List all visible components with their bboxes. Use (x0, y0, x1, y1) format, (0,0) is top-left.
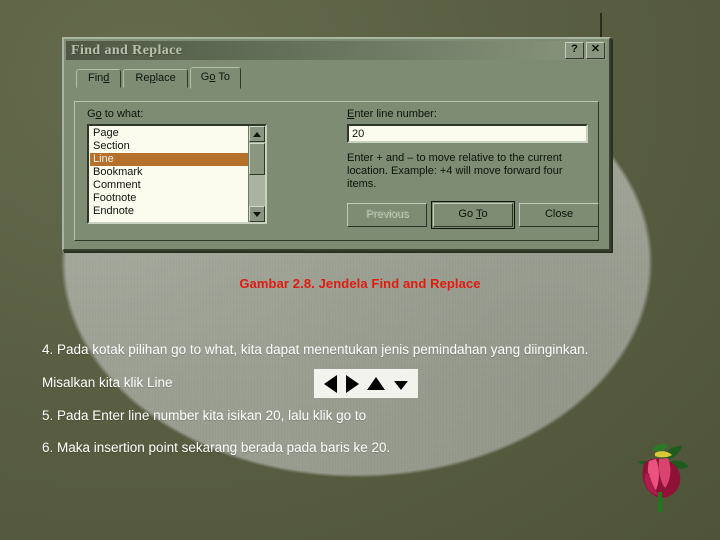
navigation-arrows-widget[interactable] (314, 369, 418, 398)
arrow-left-icon[interactable] (324, 374, 338, 393)
arrow-right-icon[interactable] (345, 374, 359, 393)
tab-replace-label: Replace (135, 72, 176, 84)
flower-leaf-top (652, 443, 668, 452)
close-button-footer[interactable]: Close (519, 203, 599, 227)
screenshot-canvas: Find and Replace ? ✕ Find Replace Go To … (0, 0, 720, 540)
list-item[interactable]: Page (90, 127, 248, 140)
list-item[interactable]: Bookmark (90, 166, 248, 179)
tab-find[interactable]: Find (76, 69, 122, 88)
paragraph-4: 4. Pada kotak pilihan go to what, kita d… (42, 342, 589, 357)
list-item[interactable]: Section (90, 140, 248, 153)
triangle-down-icon (253, 211, 261, 217)
find-and-replace-dialog: Find and Replace ? ✕ Find Replace Go To … (62, 37, 611, 251)
enter-line-number-input[interactable]: 20 (347, 124, 588, 143)
paper-edge-left (14, 13, 24, 512)
go-to-button[interactable]: Go To (431, 201, 515, 229)
go-to-what-listbox[interactable]: Page Section Line Bookmark Comment Footn… (87, 124, 267, 224)
list-item-selected[interactable]: Line (90, 153, 248, 166)
go-to-what-options: Page Section Line Bookmark Comment Footn… (89, 126, 248, 222)
list-item[interactable]: Comment (90, 179, 248, 192)
figure-caption: Gambar 2.8. Jendela Find and Replace (239, 276, 481, 291)
arrow-up-icon[interactable] (367, 377, 386, 390)
flower-stem (658, 492, 662, 512)
help-button[interactable]: ? (565, 42, 584, 59)
go-to-what-label: Go to what: (87, 108, 144, 120)
paragraph-misalkan: Misalkan kita klik Line (42, 375, 173, 390)
previous-button[interactable]: Previous (347, 203, 427, 227)
tab-go-to[interactable]: Go To (189, 67, 241, 89)
paragraph-5: 5. Pada Enter line number kita isikan 20… (42, 408, 367, 423)
scroll-up-button[interactable] (249, 126, 265, 142)
enter-line-number-label: Enter line number: (347, 108, 437, 120)
listbox-scrollbar[interactable] (248, 126, 265, 222)
list-item[interactable]: Endnote (90, 205, 248, 218)
triangle-up-icon (253, 131, 261, 137)
tab-find-label: Find (88, 72, 110, 84)
close-button[interactable]: ✕ (586, 42, 605, 59)
arrow-down-icon[interactable] (393, 381, 408, 390)
tab-replace[interactable]: Replace (123, 69, 188, 88)
list-item[interactable]: Footnote (90, 192, 248, 205)
flower-illustration (638, 443, 689, 512)
tab-go-to-label: Go To (200, 71, 230, 83)
dialog-titlebar[interactable]: Find and Replace ? ✕ (66, 41, 607, 60)
scrollbar-thumb[interactable] (249, 143, 265, 175)
paper-edge-bottom (14, 501, 700, 512)
paragraph-6: 6. Maka insertion point sekarang berada … (42, 440, 391, 455)
dialog-tabstrip: Find Replace Go To (76, 67, 609, 89)
scroll-down-button[interactable] (249, 206, 265, 222)
go-to-help-text: Enter + and – to move relative to the cu… (347, 152, 563, 190)
go-to-tab-page: Go to what: Page Section Line Bookmark C… (74, 101, 599, 241)
paper-edge-top (14, 13, 700, 22)
dialog-title: Find and Replace (71, 42, 183, 58)
